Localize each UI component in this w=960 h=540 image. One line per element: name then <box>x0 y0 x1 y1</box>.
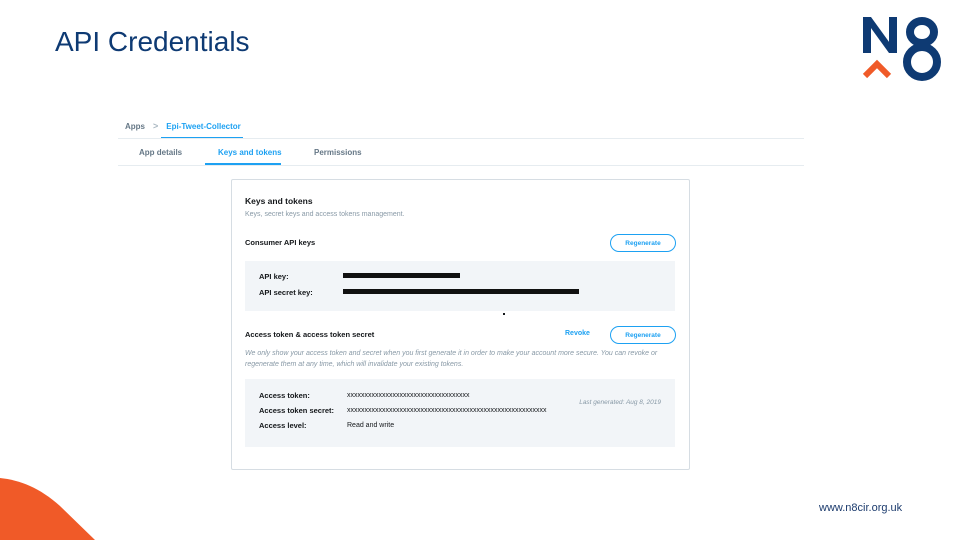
access-token-secret-label: Access token secret: <box>259 406 335 415</box>
access-level-label: Access level: <box>259 421 307 430</box>
card-title: Keys and tokens <box>245 196 313 206</box>
n8-logo-chevron <box>862 59 892 79</box>
slide-title: API Credentials <box>55 26 250 57</box>
breadcrumb: Apps > Epi-Tweet-Collector <box>125 121 241 131</box>
footer-url[interactable]: www.n8cir.org.uk <box>819 502 902 514</box>
access-token-secret-value: xxxxxxxxxxxxxxxxxxxxxxxxxxxxxxxxxxxxxxxx… <box>347 407 547 414</box>
keys-and-tokens-card: Keys and tokens Keys, secret keys and ac… <box>231 179 690 470</box>
api-secret-key-label: API secret key: <box>259 288 313 297</box>
n8-logo-letter-n <box>863 17 897 53</box>
revoke-link[interactable]: Revoke <box>565 330 590 337</box>
consumer-keys-title: Consumer API keys <box>245 238 316 247</box>
last-generated-text: Last generated: Aug 8, 2019 <box>579 399 661 406</box>
api-key-label: API key: <box>259 272 289 281</box>
access-token-label: Access token: <box>259 391 310 400</box>
access-token-note: We only show your access token and secre… <box>245 350 658 368</box>
access-token-panel: Access token: xxxxxxxxxxxxxxxxxxxxxxxxxx… <box>245 379 675 447</box>
access-regenerate-button[interactable]: Regenerate <box>610 326 676 344</box>
tab-app-details[interactable]: App details <box>139 148 182 157</box>
card-subtitle: Keys, secret keys and access tokens mana… <box>245 211 405 218</box>
consumer-keys-panel: API key: API secret key: <box>245 261 675 311</box>
access-token-title: Access token & access token secret <box>245 330 375 339</box>
n8-logo-digit-8 <box>903 17 941 81</box>
stray-dot <box>503 313 505 315</box>
twitter-dev-screenshot: Apps > Epi-Tweet-Collector App details K… <box>118 112 804 472</box>
tab-keys-and-tokens[interactable]: Keys and tokens <box>218 148 282 157</box>
corner-decoration <box>0 478 95 540</box>
tab-permissions[interactable]: Permissions <box>314 148 362 157</box>
breadcrumb-app-name[interactable]: Epi-Tweet-Collector <box>166 122 241 131</box>
breadcrumb-divider <box>118 138 804 139</box>
n8-logo <box>862 17 941 81</box>
breadcrumb-apps[interactable]: Apps <box>125 122 145 131</box>
consumer-regenerate-button[interactable]: Regenerate <box>610 234 676 252</box>
tab-divider <box>118 165 804 166</box>
access-token-value: xxxxxxxxxxxxxxxxxxxxxxxxxxxxxxxxxxx <box>347 392 470 399</box>
api-key-redacted <box>343 273 460 278</box>
api-secret-key-redacted <box>343 289 579 294</box>
access-level-value: Read and write <box>347 422 395 429</box>
breadcrumb-separator: > <box>153 121 159 131</box>
